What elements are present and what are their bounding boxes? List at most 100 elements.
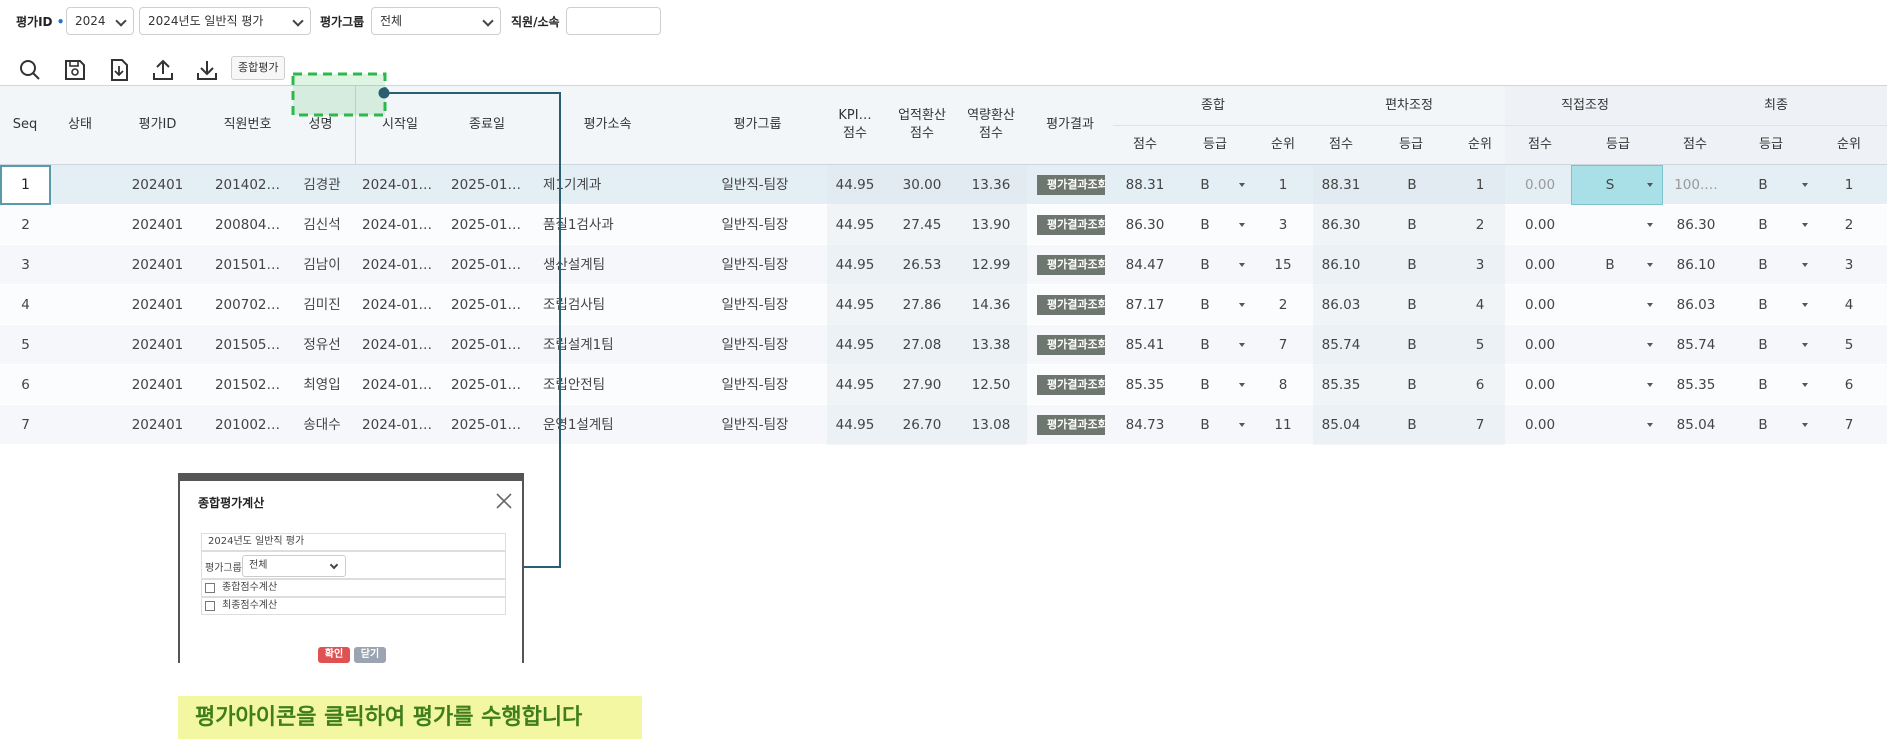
cell-a-grade[interactable] bbox=[1595, 205, 1625, 245]
dropdown-caret-icon[interactable] bbox=[1802, 263, 1808, 267]
col-result[interactable]: 평가결과 bbox=[1037, 86, 1103, 164]
dropdown-caret-icon[interactable] bbox=[1239, 263, 1245, 267]
dropdown-caret-icon[interactable] bbox=[1239, 423, 1245, 427]
result-view-button[interactable]: 평가결과조회 bbox=[1037, 415, 1105, 435]
col-final-grade[interactable]: 등급 bbox=[1746, 125, 1796, 164]
search-icon[interactable] bbox=[17, 57, 43, 83]
col-name[interactable]: 성명 bbox=[298, 86, 343, 164]
dropdown-caret-icon[interactable] bbox=[1802, 223, 1808, 227]
cell-t-grade[interactable]: B bbox=[1190, 325, 1220, 365]
table-row[interactable]: 7 202401 201002… 송대수 2024-01… 2025-01… 운영1설계팀 일… bbox=[0, 405, 1887, 445]
dialog-check-overall[interactable]: 종합점수계산 bbox=[201, 579, 506, 597]
col-comp[interactable]: 역량환산 bbox=[961, 106, 1021, 126]
col-eval-id[interactable]: 평가ID bbox=[125, 86, 190, 164]
confirm-button[interactable]: 확인 bbox=[318, 647, 350, 663]
dropdown-caret-icon[interactable] bbox=[1239, 183, 1245, 187]
year-select[interactable]: 2024 bbox=[66, 7, 134, 35]
dropdown-caret-icon[interactable] bbox=[1647, 263, 1653, 267]
cell-f-grade[interactable]: B bbox=[1748, 205, 1778, 245]
download-file-icon[interactable] bbox=[106, 57, 132, 83]
col-overall-grade[interactable]: 등급 bbox=[1190, 125, 1240, 164]
cell-f-grade[interactable]: B bbox=[1748, 285, 1778, 325]
close-button[interactable]: 닫기 bbox=[354, 647, 386, 663]
col-status[interactable]: 상태 bbox=[55, 86, 105, 164]
close-icon[interactable] bbox=[496, 493, 512, 509]
download-icon[interactable] bbox=[194, 57, 220, 83]
result-view-button[interactable]: 평가결과조회 bbox=[1037, 335, 1105, 355]
dropdown-caret-icon[interactable] bbox=[1647, 303, 1653, 307]
checkbox-overall[interactable] bbox=[205, 583, 215, 593]
eval-name-select[interactable]: 2024년도 일반직 평가 bbox=[139, 7, 311, 35]
dropdown-caret-icon[interactable] bbox=[1647, 423, 1653, 427]
table-row[interactable]: 5 202401 201505… 정유선 2024-01… 2025-01… 조립설계1팀 일… bbox=[0, 325, 1887, 365]
dialog-group-select[interactable]: 전체 bbox=[242, 555, 346, 577]
group-overall: 종합 bbox=[1201, 97, 1225, 113]
dropdown-caret-icon[interactable] bbox=[1647, 183, 1653, 187]
result-view-button[interactable]: 평가결과조회 bbox=[1037, 175, 1105, 195]
cell-group: 일반직-팀장 bbox=[721, 377, 789, 393]
cell-t-grade[interactable]: B bbox=[1190, 245, 1220, 285]
cell-a-grade[interactable]: S bbox=[1595, 165, 1625, 205]
dropdown-caret-icon[interactable] bbox=[1802, 183, 1808, 187]
dropdown-caret-icon[interactable] bbox=[1647, 383, 1653, 387]
cell-f-grade[interactable]: B bbox=[1748, 365, 1778, 405]
col-overall-rank[interactable]: 순위 bbox=[1258, 125, 1308, 164]
col-emp-no[interactable]: 직원번호 bbox=[210, 86, 285, 164]
cell-a-grade[interactable] bbox=[1595, 285, 1625, 325]
table-row[interactable]: 6 202401 201502… 최영입 2024-01… 2025-01… 조립안전팀 일반… bbox=[0, 365, 1887, 405]
cell-a-grade[interactable] bbox=[1595, 325, 1625, 365]
cell-f-grade[interactable]: B bbox=[1748, 325, 1778, 365]
col-final-rank[interactable]: 순위 bbox=[1824, 125, 1874, 164]
dropdown-caret-icon[interactable] bbox=[1239, 303, 1245, 307]
cell-a-grade[interactable] bbox=[1595, 365, 1625, 405]
col-dev-score[interactable]: 점수 bbox=[1316, 125, 1366, 164]
dropdown-caret-icon[interactable] bbox=[1802, 423, 1808, 427]
col-final-score[interactable]: 점수 bbox=[1670, 125, 1720, 164]
result-view-button[interactable]: 평가결과조회 bbox=[1037, 375, 1105, 395]
col-dev-rank[interactable]: 순위 bbox=[1455, 125, 1505, 164]
col-end-date[interactable]: 종료일 bbox=[452, 86, 522, 164]
col-group[interactable]: 평가그룹 bbox=[710, 86, 805, 164]
dropdown-caret-icon[interactable] bbox=[1647, 343, 1653, 347]
checkbox-final[interactable] bbox=[205, 601, 215, 611]
col-direct-grade[interactable]: 등급 bbox=[1593, 125, 1643, 164]
col-dept[interactable]: 평가소속 bbox=[560, 86, 655, 164]
result-view-button[interactable]: 평가결과조회 bbox=[1037, 255, 1105, 275]
cell-f-grade[interactable]: B bbox=[1748, 165, 1778, 205]
col-dev-grade[interactable]: 등급 bbox=[1386, 125, 1436, 164]
cell-t-grade[interactable]: B bbox=[1190, 205, 1220, 245]
dropdown-caret-icon[interactable] bbox=[1239, 343, 1245, 347]
overall-eval-button[interactable]: 종합평가 bbox=[231, 56, 286, 80]
result-view-button[interactable]: 평가결과조회 bbox=[1037, 295, 1105, 315]
cell-a-grade[interactable]: B bbox=[1595, 245, 1625, 285]
table-row[interactable]: 202401 201402… 김경관 2024-01… 2025-01… 제1기계과 일반직… bbox=[0, 165, 1887, 205]
dropdown-caret-icon[interactable] bbox=[1239, 223, 1245, 227]
dropdown-caret-icon[interactable] bbox=[1647, 223, 1653, 227]
dropdown-caret-icon[interactable] bbox=[1802, 303, 1808, 307]
upload-icon[interactable] bbox=[150, 57, 176, 83]
result-view-button[interactable]: 평가결과조회 bbox=[1037, 215, 1105, 235]
col-overall-score[interactable]: 점수 bbox=[1120, 125, 1170, 164]
cell-t-grade[interactable]: B bbox=[1190, 405, 1220, 445]
col-start-date[interactable]: 시작일 bbox=[365, 86, 435, 164]
col-direct-score[interactable]: 점수 bbox=[1515, 125, 1565, 164]
cell-t-grade[interactable]: B bbox=[1190, 285, 1220, 325]
cell-a-grade[interactable] bbox=[1595, 405, 1625, 445]
eval-group-select[interactable]: 전체 bbox=[371, 7, 501, 35]
col-perf[interactable]: 업적환산 bbox=[892, 106, 952, 126]
table-row[interactable]: 2 202401 200804… 김신석 2024-01… 2025-01… 품질1검사과 일… bbox=[0, 205, 1887, 245]
dialog-check-final[interactable]: 최종점수계산 bbox=[201, 597, 506, 615]
table-row[interactable]: 4 202401 200702… 김미진 2024-01… 2025-01… 조립검사팀 일반… bbox=[0, 285, 1887, 325]
employee-input[interactable] bbox=[566, 7, 661, 35]
table-row[interactable]: 3 202401 201501… 김남이 2024-01… 2025-01… 생산설계팀 일반… bbox=[0, 245, 1887, 285]
save-icon[interactable] bbox=[62, 57, 88, 83]
dropdown-caret-icon[interactable] bbox=[1239, 383, 1245, 387]
col-kpi[interactable]: KPI… bbox=[830, 106, 880, 126]
cell-f-grade[interactable]: B bbox=[1748, 405, 1778, 445]
cell-t-grade[interactable]: B bbox=[1190, 365, 1220, 405]
cell-t-grade[interactable]: B bbox=[1190, 165, 1220, 205]
col-seq[interactable]: Seq bbox=[0, 86, 50, 164]
cell-f-grade[interactable]: B bbox=[1748, 245, 1778, 285]
dropdown-caret-icon[interactable] bbox=[1802, 343, 1808, 347]
dropdown-caret-icon[interactable] bbox=[1802, 383, 1808, 387]
